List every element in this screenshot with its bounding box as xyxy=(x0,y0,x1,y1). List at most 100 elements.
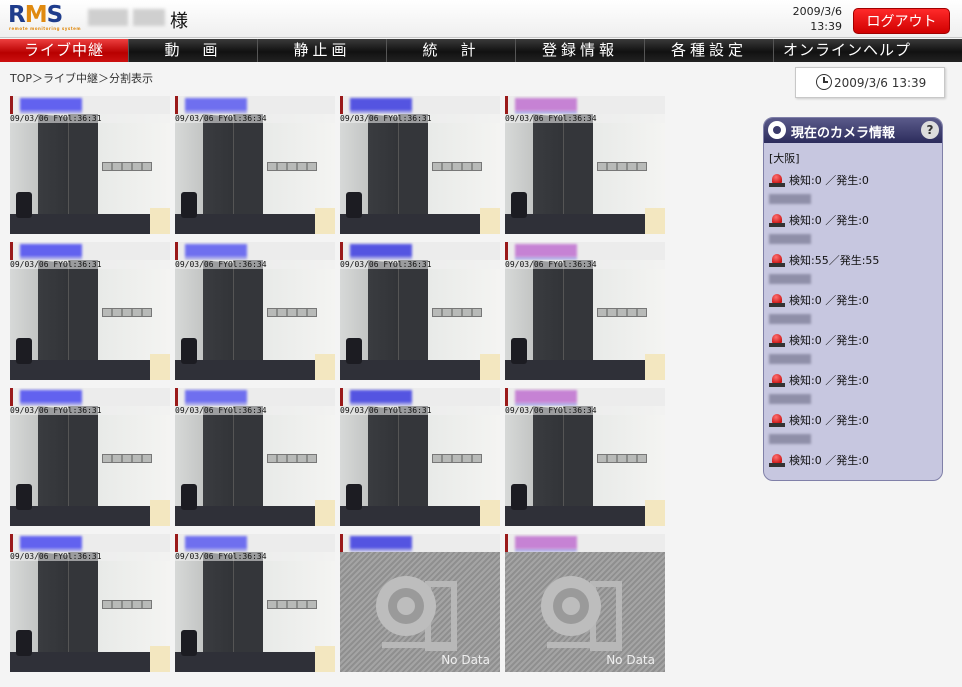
camera-tile: 09/03/06 FYOl:36:31 xyxy=(340,96,500,241)
camera-label-bar xyxy=(340,534,500,552)
nav-still-image[interactable]: 静止画 xyxy=(258,39,387,62)
camera-feed[interactable]: 09/03/06 FYOl:36:31 xyxy=(340,114,500,234)
camera-name-link[interactable] xyxy=(350,244,412,259)
camera-tile: 09/03/06 FYOl:36:31 xyxy=(10,534,170,679)
camera-tile: 09/03/06 FYOl:36:34 xyxy=(505,96,665,241)
camera-label-bar xyxy=(340,96,500,114)
camera-label-bar xyxy=(175,96,335,114)
alarm-siren-icon xyxy=(769,294,785,308)
panel-header: 現在のカメラ情報 ? xyxy=(764,118,942,143)
detection-count: 検知:0 ／発生:0 xyxy=(789,214,869,227)
camera-name-link[interactable] xyxy=(20,98,82,113)
camera-tile: 09/03/06 FYOl:36:34 xyxy=(175,96,335,241)
camera-name-link[interactable] xyxy=(515,244,577,259)
header-date: 2009/3/6 xyxy=(792,5,842,18)
camera-feed[interactable]: 09/03/06 FYOl:36:31 xyxy=(340,406,500,526)
camera-status-row[interactable]: 検知:0 ／発生:0 xyxy=(769,171,939,191)
camera-feed[interactable]: 09/03/06 FYOl:36:34 xyxy=(505,406,665,526)
camera-status-row[interactable]: 検知:0 ／発生:0 xyxy=(769,411,939,431)
camera-name-link[interactable] xyxy=(20,536,82,551)
camera-timestamp: 09/03/06 FYOl:36:34 xyxy=(175,114,335,123)
camera-name-link[interactable] xyxy=(20,244,82,259)
camera-tile: 09/03/06 FYOl:36:31 xyxy=(10,242,170,387)
camera-name-link[interactable] xyxy=(515,98,577,113)
camera-timestamp: 09/03/06 FYOl:36:34 xyxy=(175,552,335,561)
camera-name-link[interactable] xyxy=(185,536,247,551)
logout-button[interactable]: ログアウト xyxy=(853,8,950,34)
camera-name-link[interactable] xyxy=(20,390,82,405)
camera-timestamp: 09/03/06 FYOl:36:31 xyxy=(340,406,500,415)
camera-timestamp: 09/03/06 FYOl:36:31 xyxy=(10,552,170,561)
panel-title: 現在のカメラ情報 xyxy=(791,126,896,141)
detection-count: 検知:0 ／発生:0 xyxy=(789,174,869,187)
nav-online-help[interactable]: オンラインヘルプ xyxy=(774,39,920,62)
nav-settings[interactable]: 各種設定 xyxy=(645,39,774,62)
detection-count: 検知:55／発生:55 xyxy=(789,254,880,267)
camera-label-bar xyxy=(505,242,665,260)
camera-name-link[interactable] xyxy=(185,390,247,405)
camera-name-link[interactable] xyxy=(350,536,412,551)
camera-timestamp: 09/03/06 FYOl:36:31 xyxy=(10,114,170,123)
no-data-placeholder[interactable]: No Data xyxy=(340,552,500,672)
camera-tile: 09/03/06 FYOl:36:34 xyxy=(505,242,665,387)
camera-tile: 09/03/06 FYOl:36:31 xyxy=(10,96,170,241)
header: RMS remote monitoring system 様 2009/3/6 … xyxy=(0,0,962,38)
camera-timestamp: 09/03/06 FYOl:36:31 xyxy=(10,406,170,415)
camera-timestamp: 09/03/06 FYOl:36:34 xyxy=(175,260,335,269)
camera-tile: 09/03/06 FYOl:36:34 xyxy=(505,388,665,533)
camera-feed[interactable]: 09/03/06 FYOl:36:34 xyxy=(175,406,335,526)
camera-status-row[interactable]: 検知:0 ／発生:0 xyxy=(769,451,939,471)
nav-video[interactable]: 動 画 xyxy=(129,39,258,62)
clock-icon xyxy=(816,74,832,90)
camera-name-link[interactable] xyxy=(350,98,412,113)
detection-count: 検知:0 ／発生:0 xyxy=(789,414,869,427)
user-name-redacted xyxy=(133,9,165,26)
rms-logo[interactable]: RMS remote monitoring system xyxy=(8,4,82,34)
alarm-siren-icon xyxy=(769,174,785,188)
camera-feed[interactable]: 09/03/06 FYOl:36:31 xyxy=(10,114,170,234)
camera-tile: No Data xyxy=(505,534,665,679)
camera-status-row[interactable]: 検知:0 ／発生:0 xyxy=(769,291,939,311)
camera-name-link[interactable] xyxy=(515,390,577,405)
camera-status-row[interactable]: 検知:0 ／発生:0 xyxy=(769,371,939,391)
camera-status-row[interactable]: 検知:0 ／発生:0 xyxy=(769,331,939,351)
camera-name-redacted xyxy=(769,391,939,411)
camera-status-row[interactable]: 検知:0 ／発生:0 xyxy=(769,211,939,231)
camera-feed[interactable]: 09/03/06 FYOl:36:34 xyxy=(505,114,665,234)
camera-tile: 09/03/06 FYOl:36:34 xyxy=(175,534,335,679)
camera-feed[interactable]: 09/03/06 FYOl:36:31 xyxy=(340,260,500,380)
alarm-siren-icon xyxy=(769,214,785,228)
camera-feed[interactable]: 09/03/06 FYOl:36:31 xyxy=(10,406,170,526)
camera-feed[interactable]: 09/03/06 FYOl:36:34 xyxy=(505,260,665,380)
camera-name-link[interactable] xyxy=(185,244,247,259)
help-icon[interactable]: ? xyxy=(921,121,939,139)
nav-registration[interactable]: 登録情報 xyxy=(516,39,645,62)
camera-label-bar xyxy=(340,388,500,406)
camera-name-link[interactable] xyxy=(515,536,577,551)
nav-statistics[interactable]: 統 計 xyxy=(387,39,516,62)
camera-label-bar xyxy=(505,534,665,552)
camera-name-link[interactable] xyxy=(350,390,412,405)
logo-tagline: remote monitoring system xyxy=(9,26,82,31)
camera-name-link[interactable] xyxy=(185,98,247,113)
detection-count: 検知:0 ／発生:0 xyxy=(789,334,869,347)
camera-feed[interactable]: 09/03/06 FYOl:36:31 xyxy=(10,260,170,380)
nav-live[interactable]: ライブ中継 xyxy=(0,39,129,62)
panel-body: [大阪] 検知:0 ／発生:0 検知:0 ／発生:0 検知:55／発生:55 検知:0… xyxy=(769,151,939,471)
camera-feed[interactable]: 09/03/06 FYOl:36:34 xyxy=(175,114,335,234)
camera-name-redacted xyxy=(769,191,939,211)
no-data-placeholder[interactable]: No Data xyxy=(505,552,665,672)
camera-label-bar xyxy=(175,388,335,406)
alarm-siren-icon xyxy=(769,254,785,268)
camera-icon xyxy=(768,121,786,139)
camera-feed[interactable]: 09/03/06 FYOl:36:34 xyxy=(175,552,335,672)
alarm-siren-icon xyxy=(769,414,785,428)
camera-feed[interactable]: 09/03/06 FYOl:36:31 xyxy=(10,552,170,672)
camera-tile: No Data xyxy=(340,534,500,679)
camera-icon xyxy=(376,576,457,651)
camera-label-bar xyxy=(505,388,665,406)
no-data-label: No Data xyxy=(606,653,655,667)
camera-feed[interactable]: 09/03/06 FYOl:36:34 xyxy=(175,260,335,380)
camera-status-row[interactable]: 検知:55／発生:55 xyxy=(769,251,939,271)
alarm-siren-icon xyxy=(769,334,785,348)
